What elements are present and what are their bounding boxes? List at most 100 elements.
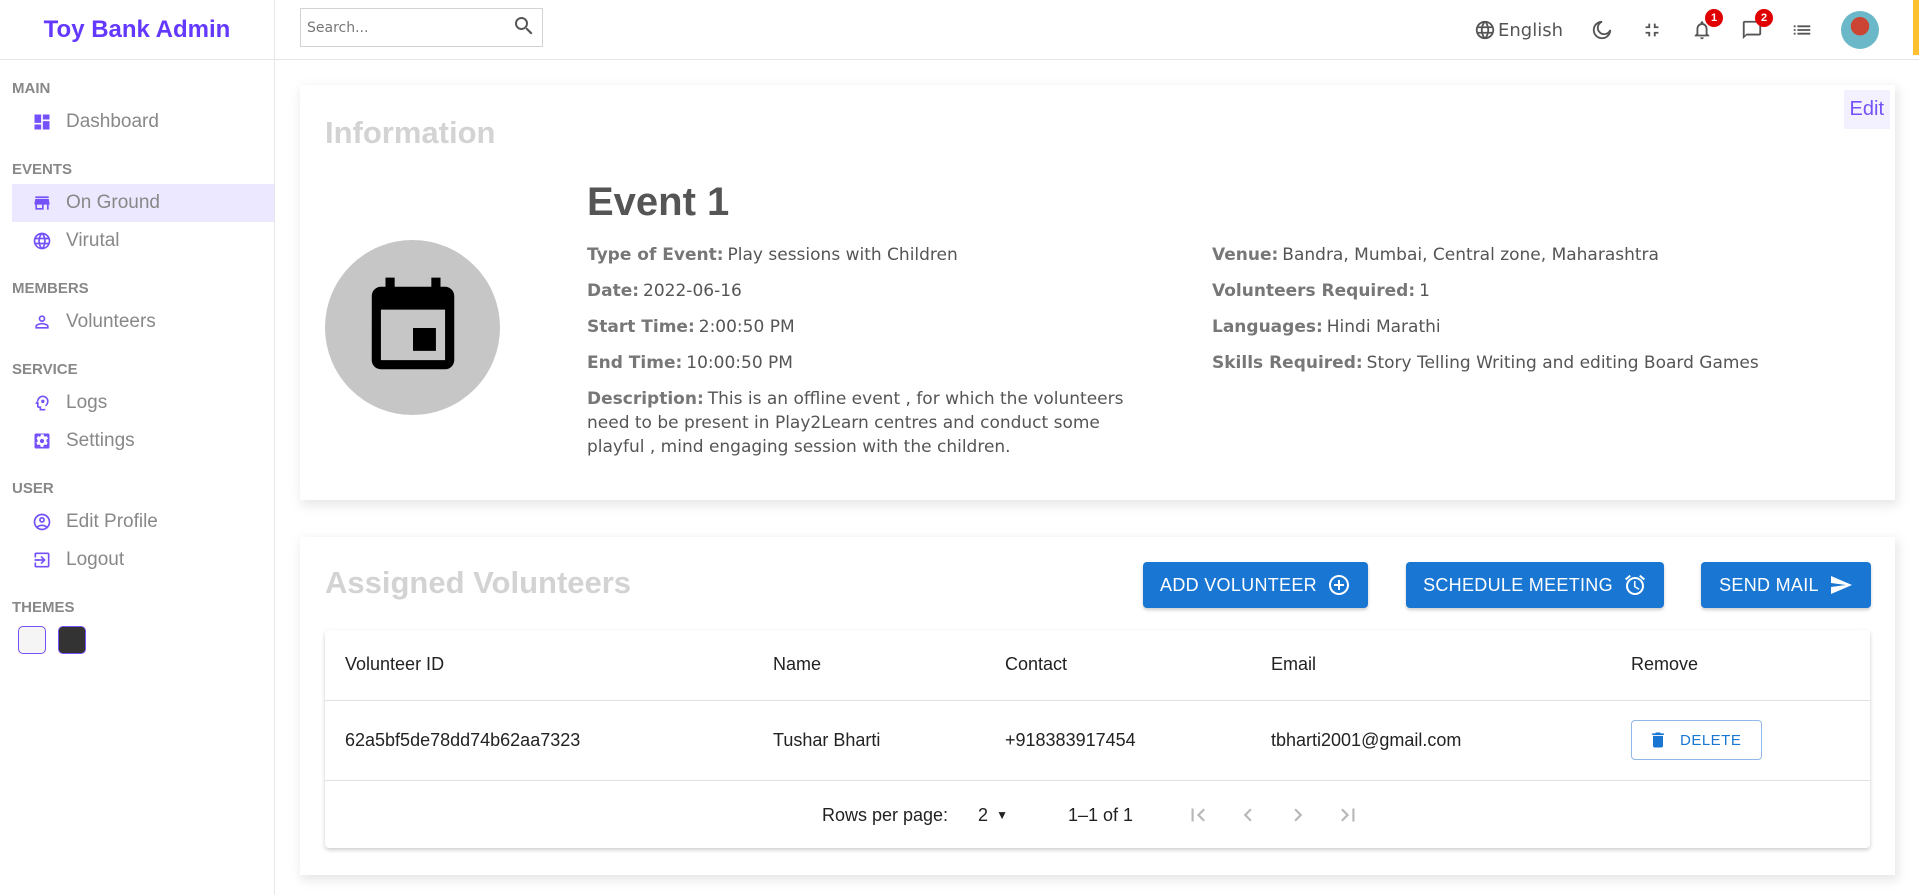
top-navbar: Toy Bank Admin English 1 2 (0, 0, 1919, 60)
assigned-volunteers-card: Assigned Volunteers ADD VOLUNTEER SCHEDU… (300, 537, 1895, 875)
calendar-icon (371, 277, 454, 369)
assigned-volunteers-title: Assigned Volunteers (325, 565, 632, 600)
event-details-right: Venue: Bandra, Mumbai, Central zone, Maha… (1212, 243, 1862, 387)
top-items: English 1 2 (1446, 0, 1879, 60)
delete-button[interactable]: DELETE (1631, 720, 1763, 760)
search-input[interactable] (307, 19, 512, 36)
detail-key: Type of Event: (587, 245, 724, 265)
event-details-left: Type of Event: Play sessions with Childre… (587, 243, 1157, 471)
detail-start-time: Start Time: 2:00:50 PM (587, 315, 1157, 339)
last-page-icon[interactable] (1335, 802, 1361, 828)
detail-value: Bandra, Mumbai, Central zone, Maharashtr… (1282, 245, 1659, 265)
sidebar-item-settings[interactable]: Settings (12, 422, 274, 460)
messages-button[interactable]: 2 (1741, 9, 1773, 41)
detail-key: Start Time: (587, 317, 695, 337)
theme-light-option[interactable] (18, 626, 46, 654)
add-volunteer-label: ADD VOLUNTEER (1160, 574, 1317, 595)
sidebar-item-edit-profile[interactable]: Edit Profile (12, 503, 274, 541)
user-avatar[interactable] (1841, 11, 1879, 49)
rows-per-page-select[interactable]: 2 ▼ (978, 805, 1008, 826)
column-header-contact[interactable]: Contact (985, 630, 1251, 701)
globe-icon (1475, 20, 1495, 40)
detail-key: End Time: (587, 353, 683, 373)
app-logo[interactable]: Toy Bank Admin (44, 16, 231, 44)
table-pagination: Rows per page: 2 ▼ 1–1 of 1 (325, 782, 1870, 848)
alarm-icon (1624, 574, 1645, 595)
volunteers-table: Volunteer ID Name Contact Email Remove 6… (325, 630, 1870, 781)
volunteers-table-container: Volunteer ID Name Contact Email Remove 6… (325, 630, 1870, 848)
detail-end-time: End Time: 10:00:50 PM (587, 351, 1157, 375)
messages-count: 2 (1755, 9, 1773, 27)
detail-value: Hindi Marathi (1326, 317, 1441, 337)
language-selector[interactable]: English (1474, 19, 1563, 41)
menu-list-button[interactable] (1791, 19, 1813, 41)
table-header-row: Volunteer ID Name Contact Email Remove (325, 630, 1870, 701)
settings-icon (34, 433, 50, 449)
theme-dark-option[interactable] (58, 626, 86, 654)
information-card: Edit Information Event 1 Type of Event: P… (300, 85, 1895, 500)
send-mail-button[interactable]: SEND MAIL (1701, 562, 1871, 608)
sidebar-item-label: Volunteers (66, 311, 156, 332)
logo-area: Toy Bank Admin (0, 0, 275, 60)
cell-remove: DELETE (1611, 700, 1870, 781)
edit-button[interactable]: Edit (1843, 90, 1890, 129)
detail-value: Play sessions with Children (727, 245, 958, 265)
trash-icon (1652, 732, 1664, 748)
sidebar: MAIN Dashboard EVENTS On Ground Virutal … (0, 60, 275, 895)
detail-key: Venue: (1212, 245, 1279, 265)
cell-contact: +918383917454 (985, 700, 1251, 781)
schedule-meeting-button[interactable]: SCHEDULE MEETING (1406, 562, 1664, 608)
detail-languages: Languages: Hindi Marathi (1212, 315, 1862, 339)
language-label: English (1498, 19, 1563, 41)
detail-volunteers-required: Volunteers Required: 1 (1212, 279, 1862, 303)
sidebar-section-members: MEMBERS (12, 280, 89, 297)
sidebar-section-service: SERVICE (12, 361, 78, 378)
add-circle-icon (1328, 575, 1349, 595)
sidebar-section-main: MAIN (12, 80, 51, 97)
column-header-volunteer-id[interactable]: Volunteer ID (325, 630, 753, 701)
detail-key: Date: (587, 281, 640, 301)
fullscreen-exit-button[interactable] (1641, 19, 1663, 41)
previous-page-icon[interactable] (1235, 802, 1261, 828)
column-header-email[interactable]: Email (1251, 630, 1611, 701)
search-icon[interactable] (512, 14, 536, 42)
pagination-range: 1–1 of 1 (1067, 804, 1134, 825)
sidebar-section-events: EVENTS (12, 161, 73, 178)
detail-date: Date: 2022-06-16 (587, 279, 1157, 303)
dark-mode-toggle[interactable] (1591, 19, 1613, 41)
sidebar-item-logs[interactable]: Logs (12, 384, 274, 422)
sidebar-item-label: Virutal (66, 230, 120, 251)
sidebar-item-dashboard[interactable]: Dashboard (12, 103, 274, 141)
table-row: 62a5bf5de78dd74b62aa7323 Tushar Bharti +… (325, 700, 1870, 781)
detail-type-of-event: Type of Event: Play sessions with Childre… (587, 243, 1157, 267)
dropdown-arrow-icon: ▼ (996, 808, 1008, 822)
globe-icon (33, 232, 51, 250)
sidebar-item-label: Logout (66, 549, 125, 570)
first-page-icon[interactable] (1185, 802, 1211, 828)
detail-value: 1 (1419, 281, 1430, 301)
list-icon (1793, 25, 1811, 35)
detail-key: Volunteers Required: (1212, 281, 1416, 301)
detail-key: Languages: (1212, 317, 1323, 337)
column-header-name[interactable]: Name (753, 630, 985, 701)
account-circle-icon (33, 513, 51, 531)
next-page-icon[interactable] (1285, 802, 1311, 828)
add-volunteer-button[interactable]: ADD VOLUNTEER (1143, 562, 1368, 608)
sidebar-item-logout[interactable]: Logout (12, 541, 274, 579)
sidebar-item-volunteers[interactable]: Volunteers (12, 303, 274, 341)
sidebar-item-on-ground[interactable]: On Ground (12, 184, 274, 222)
cell-email: tbharti2001@gmail.com (1251, 700, 1611, 781)
schedule-meeting-label: SCHEDULE MEETING (1423, 574, 1613, 595)
detail-value: 2:00:50 PM (698, 317, 795, 337)
search-box (300, 8, 543, 47)
column-header-remove[interactable]: Remove (1611, 630, 1870, 701)
notifications-count: 1 (1705, 9, 1723, 27)
detail-value: Story Telling Writing and editing Board … (1366, 353, 1759, 373)
notifications-button[interactable]: 1 (1691, 9, 1723, 41)
detail-skills-required: Skills Required: Story Telling Writing an… (1212, 351, 1862, 375)
sidebar-item-virutal[interactable]: Virutal (12, 222, 274, 260)
theme-options (18, 626, 274, 654)
rows-per-page-label: Rows per page: (821, 804, 949, 825)
detail-key: Skills Required: (1212, 353, 1363, 373)
store-icon (34, 196, 50, 210)
